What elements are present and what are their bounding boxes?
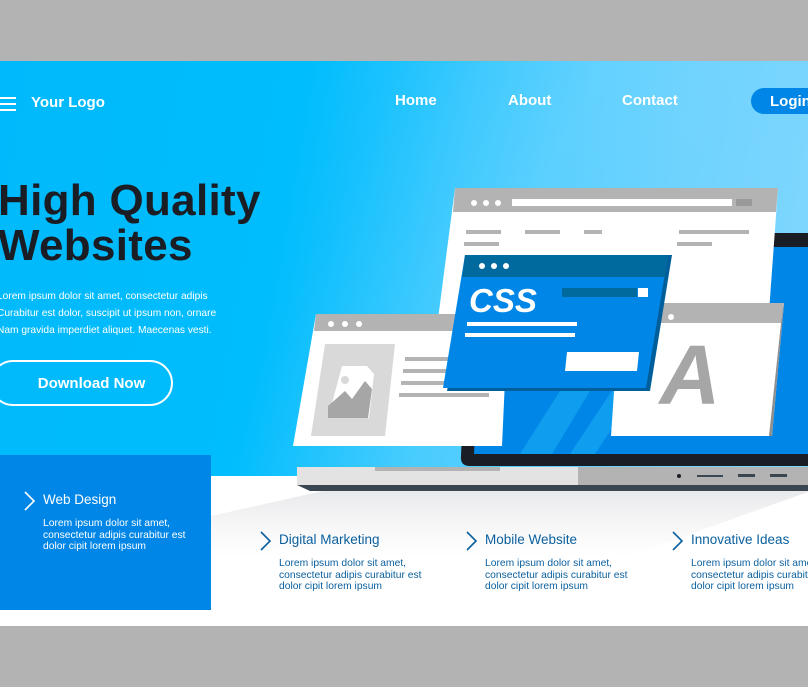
font-window-letter: A	[658, 328, 721, 422]
window-dot	[471, 200, 477, 206]
window-dot	[495, 200, 501, 206]
text-line	[399, 393, 489, 397]
laptop-port-dot	[677, 474, 681, 478]
window-dot	[356, 321, 362, 327]
feature-title: Innovative Ideas	[691, 532, 790, 547]
chevron-right-icon	[260, 531, 272, 551]
hero-description: Lorem ipsum dolor sit amet, consectetur …	[0, 288, 287, 339]
window-dot	[342, 321, 348, 327]
text-line	[677, 242, 712, 246]
headline-line-2: Websites	[0, 221, 193, 270]
landing-page: A CSS Your Logo Home About Contact Login…	[0, 61, 808, 626]
window-dot	[491, 263, 497, 269]
logo[interactable]: Your Logo	[31, 94, 105, 111]
css-line	[467, 322, 577, 326]
feature-title: Web Design	[43, 492, 117, 507]
hero-description-line: Lorem ipsum dolor sit amet, consectetur …	[0, 291, 208, 302]
window-dot	[328, 321, 334, 327]
feature-description: Lorem ipsum dolor sit amet, consectetur …	[485, 558, 628, 592]
feature-description: Lorem ipsum dolor sit amet, consectetur …	[279, 558, 422, 592]
window-dot	[479, 263, 485, 269]
window-dot	[483, 200, 489, 206]
window-dot	[668, 314, 674, 320]
feature-description: Lorem ipsum dolor sit amet, consectetur …	[691, 558, 808, 592]
address-bar-button	[736, 199, 752, 206]
image-sun	[341, 376, 349, 384]
nav-link-home[interactable]: Home	[395, 92, 437, 109]
window-dot	[503, 263, 509, 269]
headline-line-1: High Quality	[0, 176, 261, 225]
text-line	[464, 242, 499, 246]
feature-innovative-ideas[interactable]: Innovative Ideas Lorem ipsum dolor sit a…	[671, 531, 808, 611]
css-bar	[562, 288, 637, 297]
css-line	[465, 333, 575, 337]
laptop-port-2	[738, 474, 755, 477]
css-window-label: CSS	[469, 282, 537, 319]
hero-description-line: Nam gravida imperdiet aliquet. Maecenas …	[0, 325, 212, 336]
laptop-port-1	[697, 475, 723, 477]
feature-description: Lorem ipsum dolor sit amet, consectetur …	[43, 518, 186, 552]
hamburger-menu-icon[interactable]	[0, 97, 16, 111]
text-line	[466, 230, 501, 234]
chevron-right-icon	[672, 531, 684, 551]
feature-web-design[interactable]: Web Design Lorem ipsum dolor sit amet, c…	[23, 491, 203, 581]
laptop-base-notch	[375, 467, 500, 471]
laptop-base-bottom	[297, 485, 808, 491]
login-button[interactable]: Login	[751, 88, 808, 114]
css-button-shape	[565, 352, 639, 371]
address-bar	[512, 199, 732, 206]
feature-title: Digital Marketing	[279, 532, 380, 547]
feature-title: Mobile Website	[485, 532, 578, 547]
text-line	[584, 230, 602, 234]
hero-description-line: Curabitur est dolor, suscipit ut ipsum n…	[0, 308, 217, 319]
nav-link-about[interactable]: About	[508, 92, 551, 109]
chevron-right-icon	[466, 531, 478, 551]
text-line	[679, 230, 749, 234]
feature-mobile-website[interactable]: Mobile Website Lorem ipsum dolor sit ame…	[465, 531, 645, 611]
text-line	[525, 230, 560, 234]
nav-link-contact[interactable]: Contact	[622, 92, 678, 109]
feature-digital-marketing[interactable]: Digital Marketing Lorem ipsum dolor sit …	[259, 531, 439, 611]
download-now-button[interactable]: Download Now	[0, 360, 173, 406]
chevron-right-icon	[24, 491, 36, 511]
laptop-port-3	[770, 474, 787, 477]
page-title: High Quality Websites	[0, 178, 261, 268]
css-bar-end	[638, 288, 648, 297]
